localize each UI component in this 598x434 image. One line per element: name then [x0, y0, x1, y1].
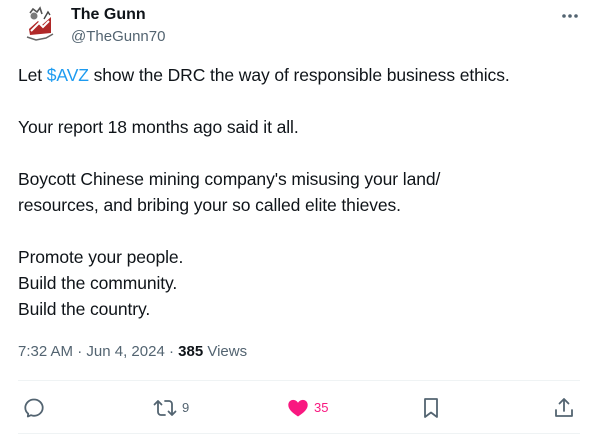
more-options-button[interactable] [556, 4, 584, 26]
meta-separator: · [168, 343, 174, 360]
heart-filled-icon [286, 396, 310, 420]
avatar[interactable] [18, 3, 60, 45]
tweet-card: The Gunn @TheGunn70 Let $AVZ show the DR… [0, 0, 598, 434]
share-icon [552, 396, 576, 420]
tweet-line: Build the country. [18, 299, 151, 319]
tweet-line: Let $AVZ show the DRC the way of respons… [18, 62, 583, 88]
tweet-text-prefix: Let [18, 65, 47, 85]
repost-count: 9 [182, 400, 190, 415]
tweet-date[interactable]: Jun 4, 2024 [86, 343, 164, 360]
meta-separator: · [77, 343, 83, 360]
bookmark-icon [420, 396, 442, 420]
bookmark-button[interactable] [420, 394, 442, 422]
reply-icon [22, 396, 46, 420]
views-label: Views [207, 343, 248, 360]
author-name[interactable]: The Gunn [71, 5, 146, 25]
more-icon [561, 6, 579, 24]
views-count: 385 [178, 343, 204, 360]
like-button[interactable]: 35 [286, 394, 328, 422]
like-count: 35 [314, 400, 329, 415]
tweet-text-segment: show the DRC the way of responsible busi… [88, 65, 510, 85]
cashtag-link[interactable]: $AVZ [47, 65, 89, 85]
tweet-line: Promote your people. [18, 247, 184, 267]
tweet-line: Your report 18 months ago said it all. [18, 117, 299, 137]
tweet-time[interactable]: 7:32 AM [18, 343, 73, 360]
tweet-text: Let $AVZ show the DRC the way of respons… [18, 62, 583, 322]
tweet-line: resources, and bribing your so called el… [18, 195, 401, 215]
repost-button[interactable]: 9 [152, 394, 189, 422]
tweet-line: Build the community. [18, 273, 178, 293]
divider [18, 380, 580, 381]
tweet-line: Boycott Chinese mining company's misusin… [18, 169, 441, 189]
share-button[interactable] [552, 394, 576, 422]
reply-button[interactable] [22, 394, 46, 422]
author-handle[interactable]: @TheGunn70 [71, 27, 165, 47]
tweet-metadata: 7:32 AM · Jun 4, 2024 · 385 Views [18, 342, 247, 362]
repost-icon [152, 396, 178, 420]
